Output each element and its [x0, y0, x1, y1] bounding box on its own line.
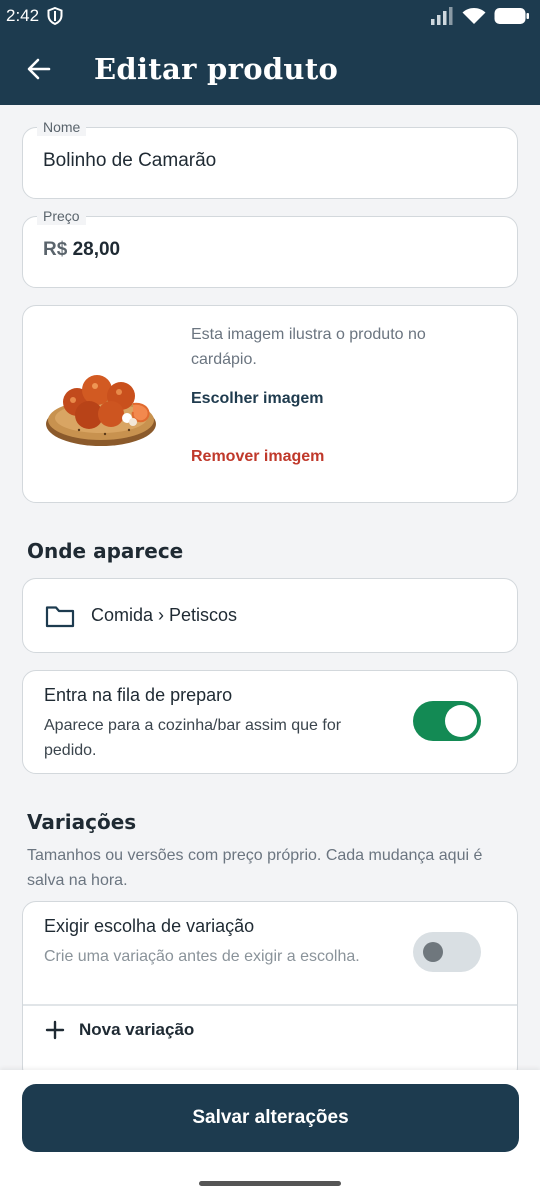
battery-icon [494, 8, 529, 24]
home-indicator[interactable] [199, 1181, 341, 1186]
prep-queue-title: Entra na fila de preparo [44, 685, 233, 705]
shield-icon [47, 7, 63, 25]
plus-icon [45, 1020, 65, 1040]
variations-card: Exigir escolha de variação Crie uma vari… [22, 901, 518, 1070]
remove-image-button[interactable]: Remover imagem [191, 448, 324, 466]
category-selector[interactable]: Comida › Petiscos [22, 578, 518, 653]
prep-queue-toggle[interactable] [413, 701, 481, 741]
require-variation-toggle[interactable] [413, 932, 481, 972]
variations-description: Tamanhos ou versões com preço próprio. C… [27, 847, 483, 889]
app-bar: Editar produto [0, 32, 540, 105]
save-changes-button[interactable]: Salvar alterações [22, 1084, 519, 1152]
name-field[interactable]: Nome Bolinho de Camarão [22, 118, 518, 199]
toggle-knob [445, 705, 477, 737]
product-image [46, 375, 156, 446]
prep-queue-description: Aparece para a cozinha/bar assim que for… [44, 717, 342, 759]
price-field[interactable]: Preço R$ 28,00 [22, 207, 518, 288]
product-image-card: Esta imagem ilustra o produto no cardápi… [22, 305, 518, 503]
price-label: Preço [37, 207, 86, 225]
choose-image-button[interactable]: Escolher imagem [191, 390, 324, 408]
name-value: Bolinho de Camarão [43, 150, 217, 171]
folder-icon [45, 605, 75, 627]
bottom-action-bar: Salvar alterações [0, 1070, 540, 1200]
require-variation-hint: Crie uma variação antes de exigir a esco… [44, 948, 360, 965]
price-value: 28,00 [72, 239, 121, 260]
new-variation-button[interactable]: Nova variação [45, 1020, 194, 1040]
form-content[interactable]: Nome Bolinho de Camarão Preço R$ 28,00 E… [0, 105, 540, 1070]
price-prefix: R$ [43, 239, 68, 260]
price-value-wrap: R$ 28,00 [43, 239, 120, 261]
category-path: Comida › Petiscos [91, 605, 238, 625]
divider [23, 1004, 517, 1006]
prep-queue-card: Entra na fila de preparo Aparece para a … [22, 670, 518, 774]
where-section-title: Onde aparece [27, 539, 184, 563]
status-bar: 2:42 [0, 0, 540, 32]
back-button[interactable] [14, 44, 64, 94]
image-description: Esta imagem ilustra o produto no cardápi… [191, 326, 426, 368]
name-label: Nome [37, 118, 87, 136]
new-variation-label: Nova variação [79, 1020, 195, 1039]
signal-icon [431, 7, 453, 25]
variations-section-title: Variações [27, 810, 137, 834]
require-variation-title: Exigir escolha de variação [44, 916, 255, 936]
back-arrow-icon [27, 58, 51, 79]
status-time: 2:42 [6, 6, 40, 25]
toggle-knob [423, 942, 443, 962]
page-title: Editar produto [94, 51, 339, 86]
wifi-icon [462, 8, 486, 24]
